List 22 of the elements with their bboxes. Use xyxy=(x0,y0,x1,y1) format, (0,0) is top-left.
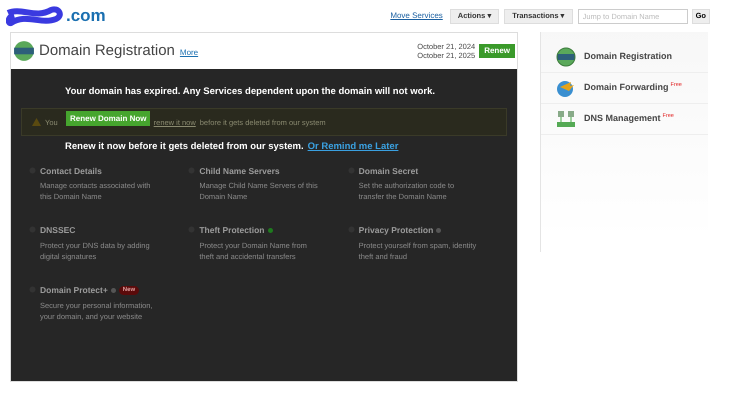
service-title[interactable]: DNSSEC xyxy=(40,224,76,237)
renew-domain-button[interactable]: Renew Domain Now xyxy=(66,111,150,126)
logo-text: .com xyxy=(66,5,106,28)
renew-button[interactable]: Renew xyxy=(479,44,515,58)
warning-icon xyxy=(32,118,41,126)
remind-later-link[interactable]: Or Remind me Later xyxy=(308,140,398,154)
service-title[interactable]: Child Name Servers xyxy=(199,164,280,178)
service-title[interactable]: Privacy Protection xyxy=(358,224,434,237)
service-title[interactable]: Contact Details xyxy=(40,164,102,178)
service-title[interactable]: Domain Secret xyxy=(358,164,418,178)
sidebar-item[interactable]: Domain Registration xyxy=(541,42,708,73)
more-link[interactable]: More xyxy=(180,47,198,59)
network-icon xyxy=(556,109,576,129)
renew-text: Renew it now before it gets deleted from our system. xyxy=(65,140,304,154)
service-title[interactable]: Theft Protection xyxy=(199,224,264,237)
expiry-message: Your domain has expired. Any Services dependent upon the domain will not work. xyxy=(64,85,436,99)
globe-icon xyxy=(556,47,576,67)
globe-icon xyxy=(13,40,35,62)
panel-title: Domain Registration xyxy=(39,40,175,61)
move-services-link[interactable]: Move Services xyxy=(390,10,443,22)
scribble-drawing xyxy=(6,5,66,27)
service-title[interactable]: Domain Protect+ xyxy=(40,284,108,297)
